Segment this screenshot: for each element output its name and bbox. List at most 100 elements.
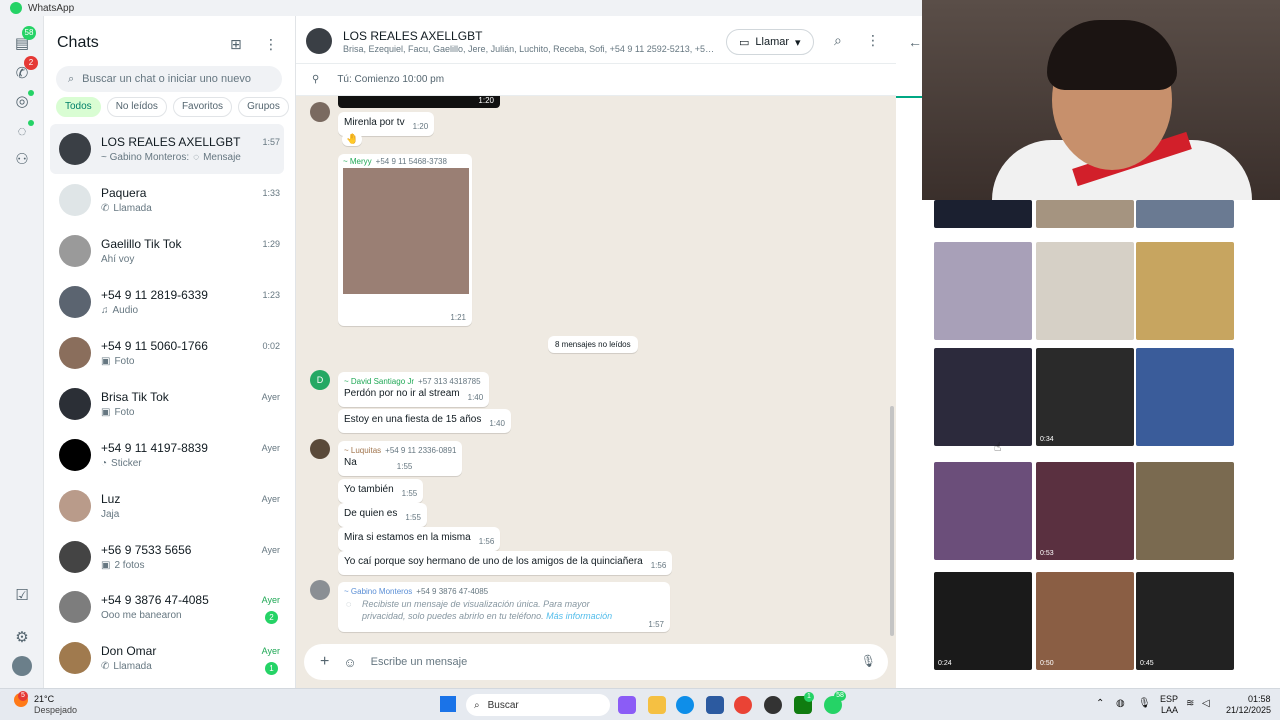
chat-time: Ayer: [261, 646, 280, 656]
new-chat-icon[interactable]: ⊞: [230, 36, 242, 53]
attach-plus-icon[interactable]: +: [320, 653, 329, 671]
group-avatar[interactable]: [306, 28, 332, 54]
group-title: LOS REALES AXELLGBT: [343, 29, 483, 43]
video-message[interactable]: 1:20: [338, 96, 500, 108]
media-thumbnail[interactable]: [1136, 462, 1234, 560]
menu-kebab-icon[interactable]: ⋮: [264, 36, 278, 53]
whatsapp-badge: 58: [834, 691, 846, 701]
windows-start-icon[interactable]: [440, 696, 456, 712]
tray-wifi-icon[interactable]: ≋: [1186, 698, 1194, 709]
chat-item[interactable]: LOS REALES AXELLGBT ~ Gabino Monteros: ◌ M…: [50, 124, 284, 174]
media-thumbnail[interactable]: [1036, 200, 1134, 228]
media-thumbnail[interactable]: 0:24: [934, 572, 1032, 670]
sticker-icon: ◔: [101, 458, 108, 469]
phone-icon: ✆: [101, 661, 110, 672]
chat-name: Paquera: [101, 186, 147, 200]
media-thumbnail[interactable]: 0:34: [1036, 348, 1134, 446]
chat-item[interactable]: Brisa Tik Tok ▣ Foto Ayer: [50, 379, 284, 429]
chat-name: Don Omar: [101, 644, 157, 658]
avatar: [59, 388, 91, 420]
chat-name: +54 9 11 2819-6339: [101, 288, 208, 302]
chat-item[interactable]: Luz Jaja Ayer: [50, 481, 284, 531]
more-info-link[interactable]: Más información: [546, 611, 612, 621]
search-icon[interactable]: ⌕: [834, 32, 842, 49]
media-thumbnail[interactable]: 0:50: [1036, 572, 1134, 670]
media-thumbnail[interactable]: [1136, 242, 1234, 340]
obs-icon[interactable]: [764, 696, 782, 714]
emoji-icon[interactable]: ☺: [343, 655, 356, 670]
settings-icon[interactable]: ⚙: [12, 628, 32, 648]
media-thumbnail[interactable]: [934, 462, 1032, 560]
sender-avatar[interactable]: [310, 580, 330, 600]
chrome-icon[interactable]: [734, 696, 752, 714]
chat-list-panel: Chats ⊞ ⋮ ⌕ Buscar un chat o iniciar uno…: [44, 16, 296, 688]
media-thumbnail[interactable]: [934, 200, 1032, 228]
file-explorer-icon[interactable]: [648, 696, 666, 714]
composer-placeholder[interactable]: Escribe un mensaje: [371, 656, 468, 668]
chat-scrollbar[interactable]: [890, 406, 894, 636]
communities-icon[interactable]: ⚇: [12, 150, 32, 170]
chat-item[interactable]: Don Omar ✆ Llamada Ayer 1: [50, 633, 284, 683]
media-thumbnail[interactable]: [1136, 348, 1234, 446]
chat-item[interactable]: +56 9 7533 5656 ▣ 2 fotos Ayer: [50, 532, 284, 582]
lang-indicator[interactable]: ESP: [1160, 694, 1178, 704]
call-button[interactable]: ▭ Llamar ▾: [726, 29, 814, 55]
chat-preview: ✆ Llamada: [101, 203, 152, 214]
media-thumbnail[interactable]: [934, 242, 1032, 340]
shared-image[interactable]: [343, 168, 469, 294]
filter-favoritos[interactable]: Favoritos: [172, 97, 233, 117]
media-thumbnail[interactable]: 0:45: [1136, 572, 1234, 670]
sender-avatar[interactable]: D: [310, 370, 330, 390]
sender-avatar[interactable]: [310, 439, 330, 459]
tray-mic-icon[interactable]: 🎙: [1138, 698, 1151, 709]
chat-item[interactable]: +54 9 11 5060-1766 ▣ Foto 0:02: [50, 328, 284, 378]
chat-name: +54 9 3876 47-4085: [101, 593, 209, 607]
filter-grupos[interactable]: Grupos: [238, 97, 289, 117]
chat-item[interactable]: +54 9 3876 47-4085 Ooo me banearon Ayer …: [50, 582, 284, 632]
message-composer[interactable]: + ☺ Escribe un mensaje 🎙: [304, 644, 888, 680]
chat-time: Ayer: [261, 494, 280, 504]
microphone-icon[interactable]: 🎙: [861, 654, 876, 668]
media-thumbnail[interactable]: [1136, 200, 1234, 228]
search-input[interactable]: ⌕ Buscar un chat o iniciar uno nuevo: [56, 66, 282, 92]
edge-icon[interactable]: [676, 696, 694, 714]
chat-name: +54 9 11 4197-8839: [101, 441, 208, 455]
profile-avatar[interactable]: [12, 656, 32, 676]
tray-network-icon[interactable]: ◍: [1116, 698, 1125, 709]
back-arrow-icon[interactable]: ←: [908, 34, 922, 50]
sender-avatar[interactable]: [310, 102, 330, 122]
filter-no-leidos[interactable]: No leídos: [106, 97, 167, 117]
unread-divider: 8 mensajes no leídos: [548, 336, 638, 353]
calls-badge: 2: [24, 56, 38, 70]
view-once-message: ~ Gabino Monteros +54 9 3876 47-4085 ◌ Re…: [338, 582, 670, 632]
conversation-header[interactable]: LOS REALES AXELLGBT Brisa, Ezequiel, Fac…: [296, 16, 896, 64]
menu-kebab-icon[interactable]: ⋮: [866, 32, 880, 49]
reaction[interactable]: 🤚: [342, 133, 363, 146]
avatar: [59, 541, 91, 573]
clock-time[interactable]: 01:58: [1248, 694, 1271, 704]
chat-preview: ♫ Audio: [101, 305, 139, 316]
media-thumbnail[interactable]: [934, 348, 1032, 446]
chat-item[interactable]: Gaelillo Tik Tok Ahí voy 1:29: [50, 226, 284, 276]
media-thumbnail[interactable]: [1036, 242, 1134, 340]
whatsapp-logo-icon: [10, 2, 22, 14]
chat-item[interactable]: +54 9 11 4197-8839 ◔ Sticker Ayer: [50, 430, 284, 480]
video-camera-icon: ▭: [739, 36, 750, 49]
copilot-icon[interactable]: [618, 696, 636, 714]
starred-icon[interactable]: ☑: [12, 586, 32, 606]
image-message[interactable]: ~ Meryy +54 9 11 5468-3738 1:21: [338, 154, 472, 326]
avatar: [59, 642, 91, 674]
chat-item[interactable]: +54 9 11 2819-6339 ♫ Audio 1:23: [50, 277, 284, 327]
store-icon[interactable]: [706, 696, 724, 714]
chat-item[interactable]: Paquera ✆ Llamada 1:33: [50, 175, 284, 225]
media-thumbnail[interactable]: 0:53: [1036, 462, 1134, 560]
tray-chevron-icon[interactable]: ⌃: [1096, 698, 1104, 709]
taskbar-search[interactable]: ⌕ Buscar: [466, 694, 610, 716]
filter-todos[interactable]: Todos: [56, 97, 101, 117]
pinned-text: Tú: Comienzo 10:00 pm: [337, 74, 445, 85]
tray-volume-icon[interactable]: ◁: [1202, 698, 1210, 709]
pinned-message-bar[interactable]: ⚲ Tú: Comienzo 10:00 pm: [296, 64, 896, 96]
unread-badge: 1: [265, 662, 278, 675]
message-bubble: Yo caí porque soy hermano de uno de los …: [338, 551, 673, 575]
clock-date[interactable]: 21/12/2025: [1226, 705, 1271, 715]
